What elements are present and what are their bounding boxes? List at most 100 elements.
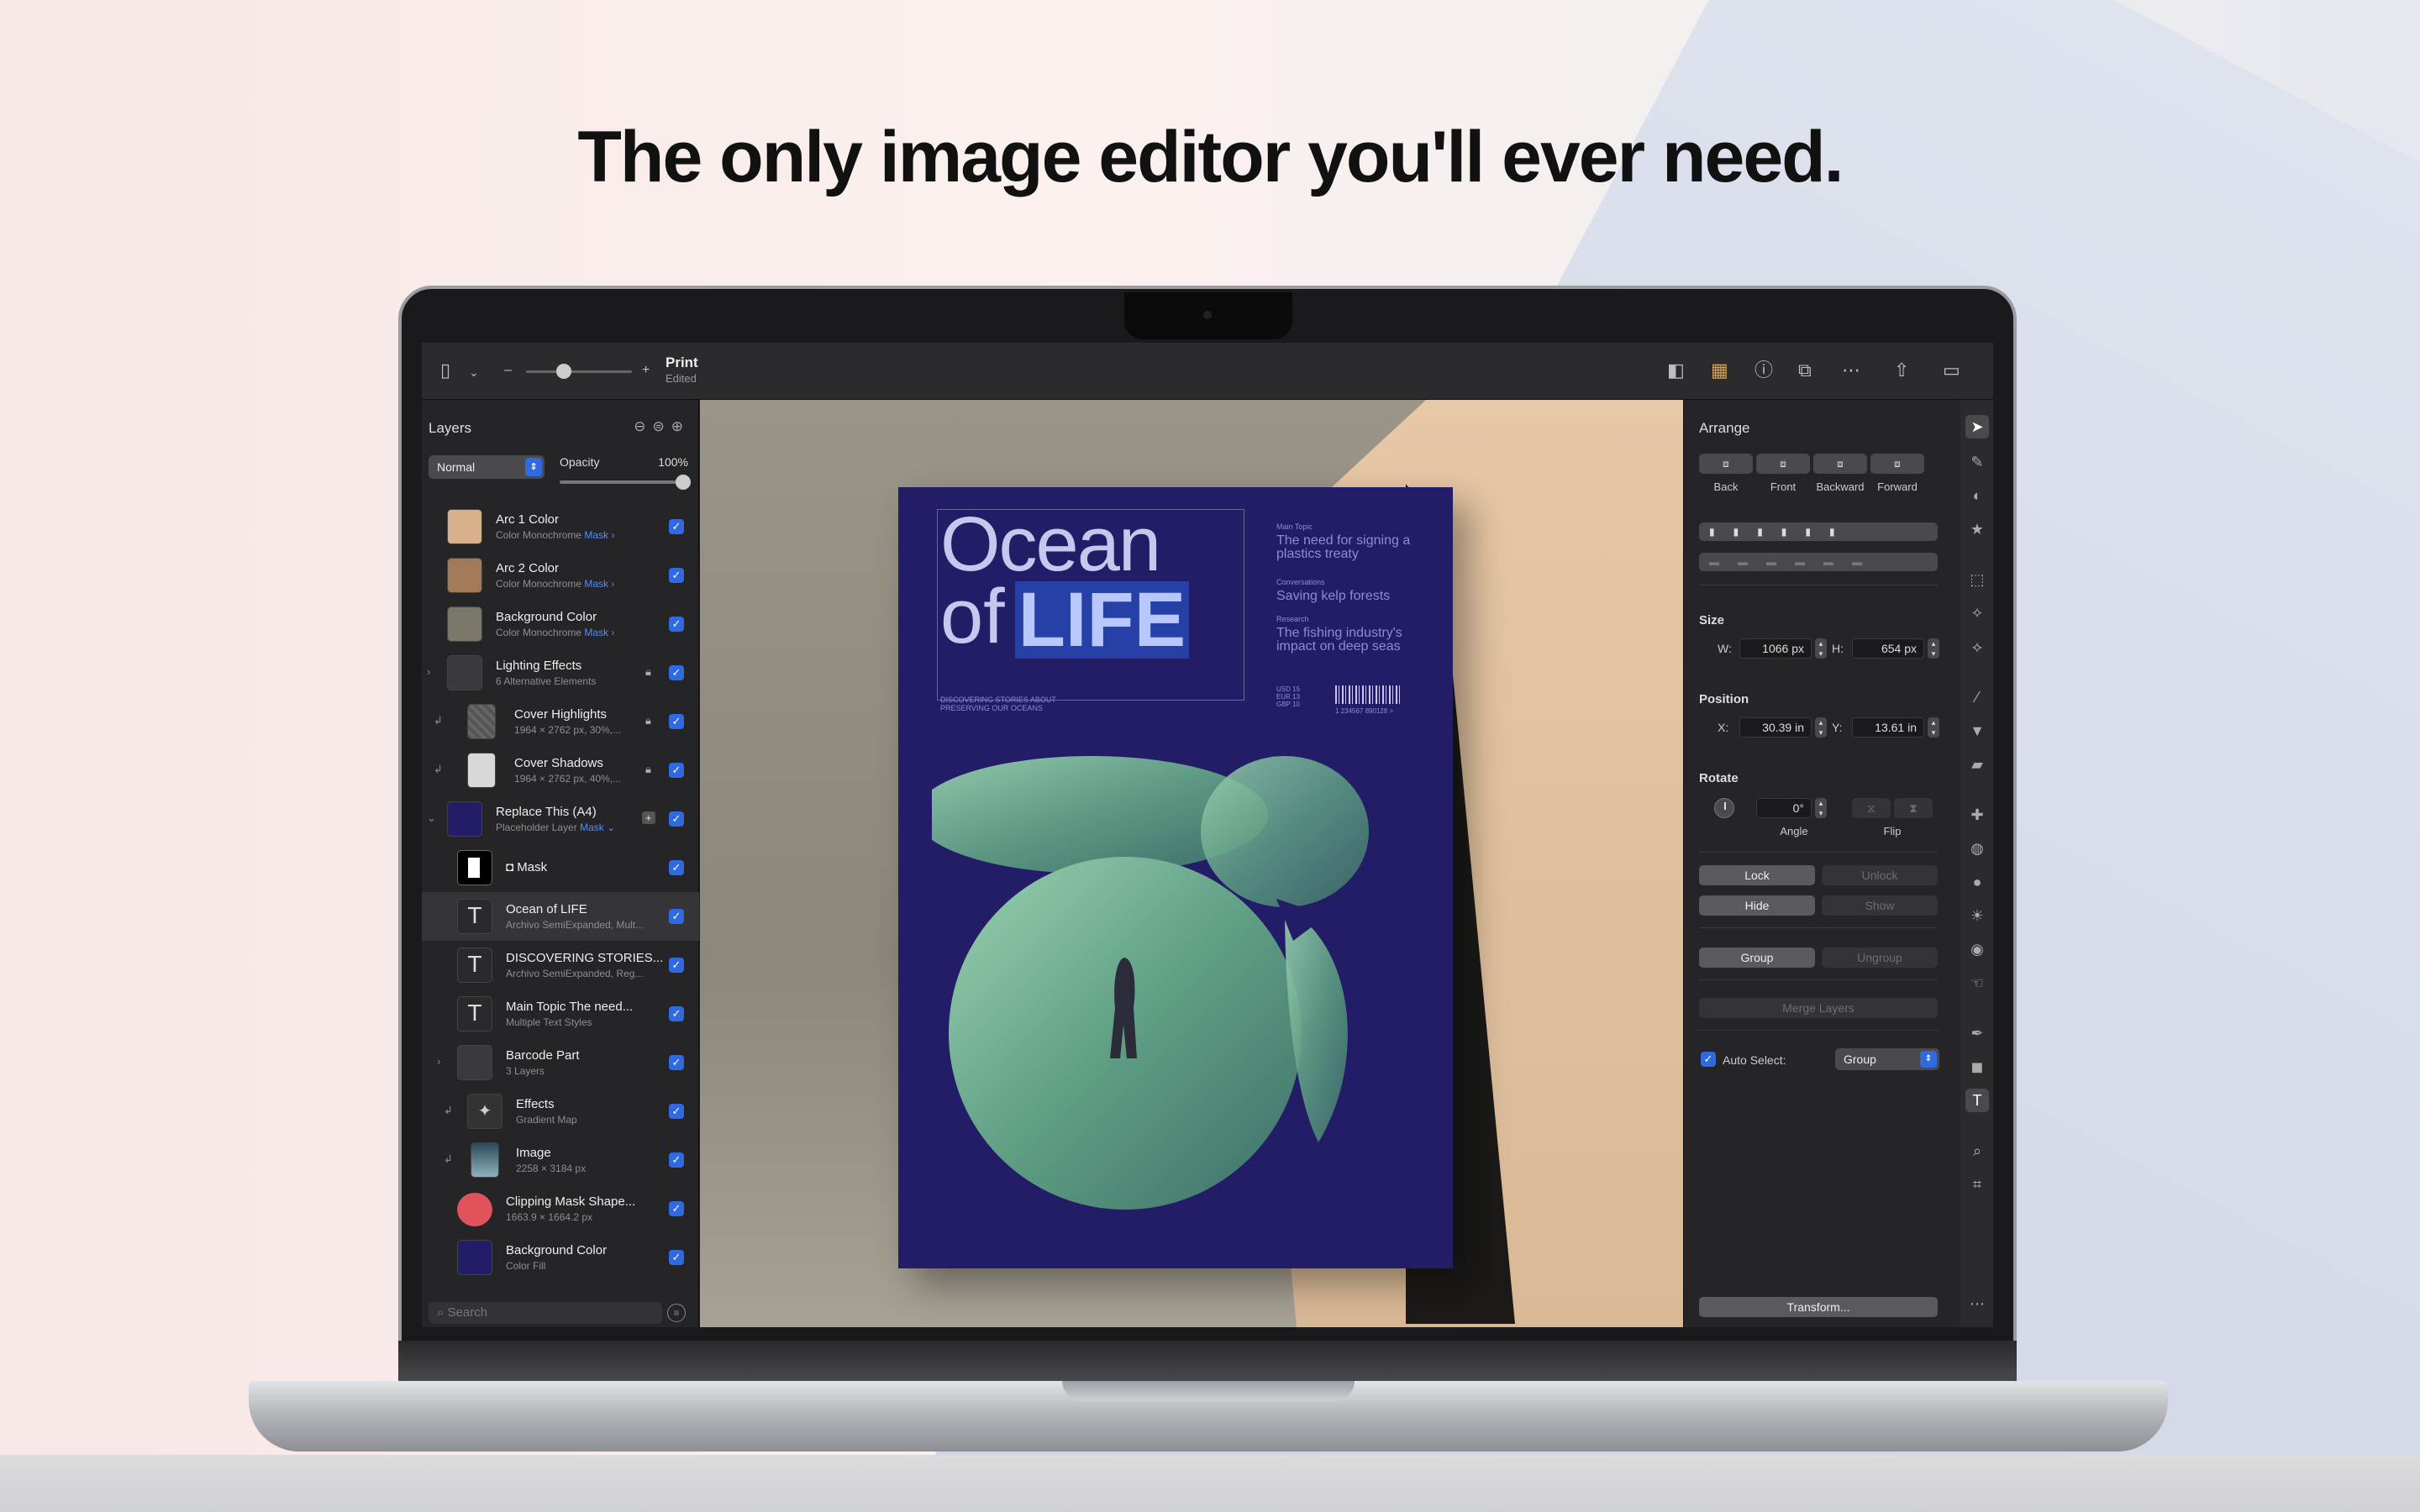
info-icon[interactable]: ⓘ (1754, 361, 1773, 380)
crop-tool-icon[interactable]: ⌗ (1965, 1173, 1989, 1196)
arrange-icon[interactable]: ◧ (1667, 361, 1685, 380)
height-stepper[interactable]: ▴ ▾ (1928, 638, 1939, 659)
visibility-checkbox[interactable]: ✓ (669, 1152, 684, 1168)
visibility-checkbox[interactable]: ✓ (669, 958, 684, 973)
bring-front-button[interactable]: ⧈ (1756, 454, 1810, 474)
auto-select-dropdown[interactable]: Group ⇕ (1835, 1048, 1939, 1070)
blend-mode-select[interactable]: Normal ⇕ (429, 455, 544, 479)
zoom-slider-knob[interactable] (556, 364, 571, 379)
visibility-checkbox[interactable]: ✓ (669, 763, 684, 778)
y-stepper[interactable]: ▴ ▾ (1928, 717, 1939, 738)
pen-tool-icon[interactable]: ✒ (1965, 1021, 1989, 1045)
width-stepper[interactable]: ▴ ▾ (1815, 638, 1827, 659)
layer-actions-icons[interactable]: ⊖⊜⊕ (634, 418, 690, 435)
favorites-icon[interactable]: ★ (1965, 517, 1989, 541)
opacity-slider[interactable] (560, 475, 691, 490)
visibility-checkbox[interactable]: ✓ (669, 519, 684, 534)
zoom-out-button[interactable]: – (504, 361, 512, 380)
layer-row[interactable]: Background Color Color Monochrome Mask ›… (422, 600, 699, 648)
layer-row[interactable]: › Lighting Effects 6 Alternative Element… (422, 648, 699, 697)
angle-stepper[interactable]: ▴ ▾ (1815, 798, 1827, 818)
pointer-tool-icon[interactable]: ➤ (1965, 415, 1989, 438)
lock-icon[interactable]: 🔒︎ (645, 665, 651, 679)
send-backward-button[interactable]: ⧈ (1813, 454, 1867, 474)
sidebar-toggle-icon[interactable]: ▯ (440, 361, 450, 380)
more-icon[interactable]: ⋯ (1842, 361, 1860, 380)
layer-row[interactable]: ↲ Cover Highlights 1964 × 2762 px, 30%,.… (422, 697, 699, 746)
visibility-checkbox[interactable]: ✓ (669, 1104, 684, 1119)
add-icon[interactable]: + (642, 811, 655, 824)
lock-button[interactable]: Lock (1699, 865, 1815, 885)
paint-bucket-icon[interactable]: ▼ (1965, 719, 1989, 743)
visibility-checkbox[interactable]: ✓ (669, 1055, 684, 1070)
flip-horizontal-button[interactable]: ⧖ (1852, 798, 1891, 818)
layer-row[interactable]: ◘ Mask ✓ (422, 843, 699, 892)
width-field[interactable]: 1066 px (1739, 638, 1812, 659)
layer-row[interactable]: ↲ Image 2258 × 3184 px ✓ (422, 1136, 699, 1184)
height-field[interactable]: 654 px (1852, 638, 1924, 659)
hide-button[interactable]: Hide (1699, 895, 1815, 916)
lock-icon[interactable]: 🔒︎ (645, 714, 651, 727)
layer-row[interactable]: ⌄ Replace This (A4) Placeholder Layer Ma… (422, 795, 699, 843)
visibility-checkbox[interactable]: ✓ (669, 860, 684, 875)
dodge-icon[interactable]: ◉ (1965, 937, 1989, 961)
quick-select-icon[interactable]: ⟡ (1965, 635, 1989, 659)
flip-vertical-button[interactable]: ⧗ (1894, 798, 1933, 818)
magic-wand-icon[interactable]: ✧ (1965, 601, 1989, 625)
ungroup-button[interactable]: Ungroup (1822, 948, 1938, 968)
angle-dial[interactable] (1714, 798, 1734, 818)
chevron-down-icon[interactable]: ⌄ (427, 811, 436, 825)
more-tools-icon[interactable]: ⋯ (1965, 1292, 1989, 1315)
auto-select-checkbox[interactable]: ✓ (1701, 1052, 1716, 1067)
show-button[interactable]: Show (1822, 895, 1938, 916)
layer-search-input[interactable]: ⌕ Search (429, 1302, 662, 1324)
shapes-tool-icon[interactable]: ◼ (1965, 1055, 1989, 1079)
layer-row[interactable]: T Main Topic The need... Multiple Text S… (422, 990, 699, 1038)
layer-row[interactable]: ↲ ✦ Effects Gradient Map ✓ (422, 1087, 699, 1136)
visibility-checkbox[interactable]: ✓ (669, 665, 684, 680)
brush-tool-icon[interactable]: ⁄ (1965, 685, 1989, 709)
chevron-down-icon[interactable]: ⌄ (469, 363, 479, 381)
x-stepper[interactable]: ▴ ▾ (1815, 717, 1827, 738)
visibility-checkbox[interactable]: ✓ (669, 617, 684, 632)
visibility-checkbox[interactable]: ✓ (669, 568, 684, 583)
share-icon[interactable]: ⇧ (1894, 361, 1909, 380)
clone-icon[interactable]: ◍ (1965, 837, 1989, 860)
visibility-checkbox[interactable]: ✓ (669, 1006, 684, 1021)
chevron-right-icon[interactable]: › (427, 665, 430, 678)
inspector-toggle-icon[interactable]: ▭ (1943, 361, 1960, 380)
visibility-checkbox[interactable]: ✓ (669, 811, 684, 827)
visibility-checkbox[interactable]: ✓ (669, 909, 684, 924)
zoom-tool-icon[interactable]: ⌕ (1965, 1139, 1989, 1163)
crop-rotate-icon[interactable]: ⧉ (1798, 361, 1812, 380)
magazine-cover[interactable]: Ocean of LIFE Main Topic The need for sig… (898, 487, 1453, 1268)
visibility-checkbox[interactable]: ✓ (669, 1201, 684, 1216)
opacity-slider-knob[interactable] (676, 475, 691, 490)
zoom-slider[interactable] (526, 364, 632, 379)
lock-icon[interactable]: 🔒︎ (645, 763, 651, 776)
layer-row[interactable]: › Barcode Part 3 Layers ✓ (422, 1038, 699, 1087)
distribute-buttons[interactable]: ▬▬▬▬▬▬ (1699, 553, 1938, 571)
smudge-icon[interactable]: ☜ (1965, 971, 1989, 995)
blur-icon[interactable]: ● (1965, 870, 1989, 894)
healing-icon[interactable]: ✚ (1965, 803, 1989, 827)
selection-tool-icon[interactable]: ⬚ (1965, 568, 1989, 591)
layer-row[interactable]: Background Color Color Fill ✓ (422, 1233, 699, 1282)
visibility-checkbox[interactable]: ✓ (669, 1250, 684, 1265)
x-field[interactable]: 30.39 in (1739, 717, 1812, 738)
angle-field[interactable]: 0° (1756, 798, 1812, 818)
unlock-button[interactable]: Unlock (1822, 865, 1938, 885)
layer-row[interactable]: T DISCOVERING STORIES... Archivo SemiExp… (422, 941, 699, 990)
send-back-button[interactable]: ⧈ (1699, 454, 1753, 474)
light-icon[interactable]: ☀ (1965, 904, 1989, 927)
transform-button[interactable]: Transform... (1699, 1297, 1938, 1317)
color-adjust-icon[interactable]: ◐ (1965, 484, 1989, 507)
zoom-in-button[interactable]: + (642, 361, 650, 380)
chevron-right-icon[interactable]: › (437, 1055, 440, 1068)
filter-icon[interactable]: ≡ (667, 1304, 686, 1322)
layer-row[interactable]: Clipping Mask Shape... 1663.9 × 1664.2 p… (422, 1184, 699, 1233)
visibility-checkbox[interactable]: ✓ (669, 714, 684, 729)
align-buttons[interactable]: ▮▮▮▮▮▮ (1699, 522, 1938, 541)
eraser-icon[interactable]: ▰ (1965, 753, 1989, 776)
canvas[interactable]: Ocean of LIFE Main Topic The need for sig… (700, 400, 1683, 1327)
